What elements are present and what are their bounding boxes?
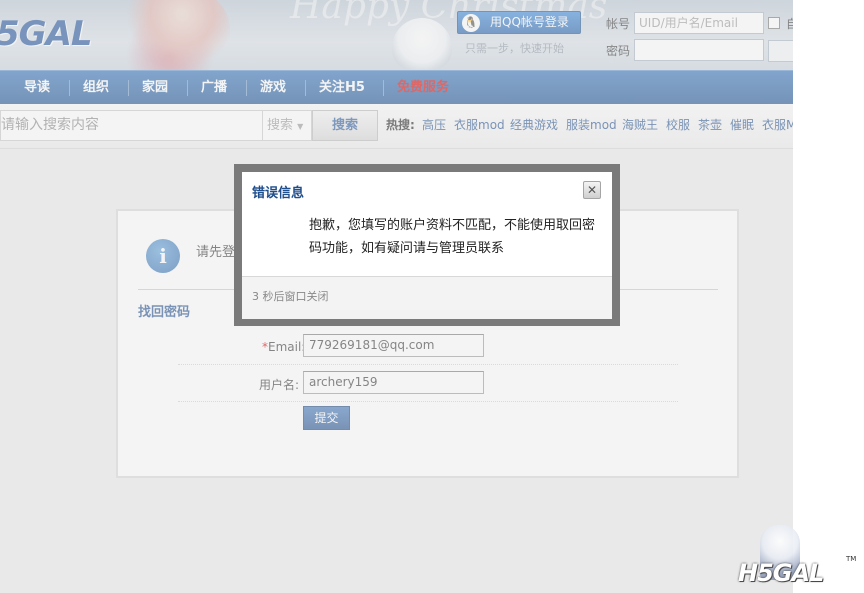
watermark-trademark: TM (846, 555, 857, 563)
dialog-message: 抱歉，您填写的账户资料不匹配，不能使用取回密码功能，如有疑问请与管理员联系 (309, 218, 596, 256)
screen: 5GAL Happy Christmas 🐧 用QQ帐号登录 只需一步，快速开始… (0, 0, 864, 593)
close-icon[interactable]: ✕ (583, 181, 601, 199)
watermark-logo: H5GAL (738, 559, 824, 587)
error-dialog: 错误信息 ✕ 抱歉，您填写的账户资料不匹配，不能使用取回密码功能，如有疑问请与管… (242, 172, 612, 319)
auto-close-countdown: 3 秒后窗口关闭 (252, 290, 329, 303)
dialog-footer: 3 秒后窗口关闭 (242, 276, 612, 319)
dialog-title: 错误信息 (252, 186, 305, 201)
forum-page: 5GAL Happy Christmas 🐧 用QQ帐号登录 只需一步，快速开始… (0, 0, 793, 593)
